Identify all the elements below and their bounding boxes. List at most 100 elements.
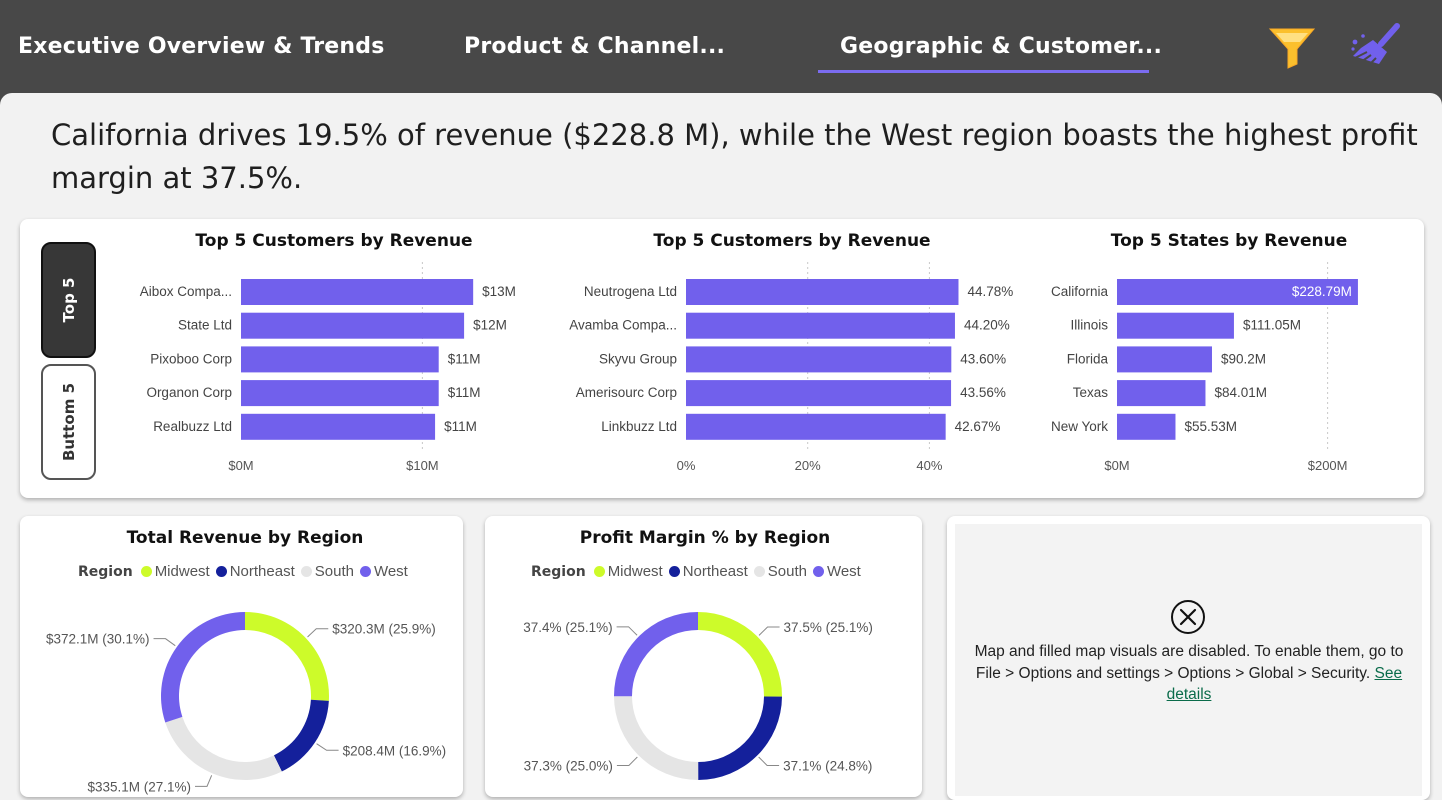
category-label: Florida <box>1067 351 1109 366</box>
legend-item-midwest: Midwest <box>140 563 210 580</box>
donut-slice[interactable] <box>245 612 329 701</box>
x-tick-label: $0M <box>1104 458 1129 473</box>
x-tick-label: $10M <box>406 458 439 473</box>
bottom-5-label: Buttom 5 <box>59 382 78 462</box>
bar[interactable] <box>1117 413 1176 440</box>
donut-slice[interactable] <box>698 612 782 697</box>
legend-item-west: West <box>359 563 408 580</box>
donut-slice[interactable] <box>698 696 782 780</box>
legend-swatch <box>215 566 227 577</box>
bar[interactable] <box>686 413 946 440</box>
data-label: $84.01M <box>1214 385 1267 400</box>
donut-slice[interactable] <box>614 612 698 697</box>
chart-title-revenue-region: Total Revenue by Region <box>126 528 364 548</box>
data-label: $228.79M <box>1292 284 1352 299</box>
chart-title-margin-region: Profit Margin % by Region <box>579 528 831 548</box>
legend-item-northeast: Northeast <box>668 563 748 580</box>
legend-margin-region: Region Midwest Northeast South West <box>531 563 867 580</box>
tab-geographic-customer[interactable]: Geographic & Customer... <box>840 34 1162 59</box>
legend-swatch <box>812 566 824 577</box>
legend-title: Region <box>531 563 586 580</box>
legend-swatch <box>593 566 605 577</box>
donut-data-label: $372.1M (30.1%) <box>46 632 150 647</box>
data-label: 43.60% <box>960 351 1006 366</box>
legend-item-south: South <box>300 563 354 580</box>
legend-label: Midwest <box>154 563 210 580</box>
legend-label: West <box>826 563 861 580</box>
bar[interactable] <box>686 380 952 407</box>
donut-data-label: $335.1M (27.1%) <box>87 779 191 794</box>
legend-item-northeast: Northeast <box>215 563 295 580</box>
chart-title-customers-margin: Top 5 Customers by Revenue <box>653 231 931 251</box>
map-disabled-message: Map and filled map visuals are disabled.… <box>972 641 1406 706</box>
legend-label: Midwest <box>607 563 663 580</box>
bar[interactable] <box>241 380 439 407</box>
data-label: $12M <box>473 318 507 333</box>
category-label: Amerisourc Corp <box>576 385 677 400</box>
leader-line <box>758 626 780 636</box>
chart-title-states-revenue: Top 5 States by Revenue <box>1110 231 1348 251</box>
legend-title: Region <box>78 563 133 580</box>
leader-line <box>316 743 339 751</box>
category-label: Aibox Compa... <box>140 284 232 299</box>
top-5-toggle-button[interactable]: Top 5 <box>41 242 96 358</box>
x-tick-label: 0% <box>677 458 696 473</box>
category-label: Linkbuzz Ltd <box>601 419 677 434</box>
filter-icon[interactable] <box>1267 22 1319 70</box>
leader-line <box>195 775 213 787</box>
clear-broom-icon[interactable] <box>1349 22 1401 70</box>
x-tick-label: 40% <box>916 458 942 473</box>
donut-slice[interactable] <box>614 696 699 780</box>
bar[interactable] <box>241 279 474 305</box>
donut-slice[interactable] <box>165 716 282 780</box>
legend-label: Northeast <box>229 563 295 580</box>
category-label: State Ltd <box>178 318 232 333</box>
error-circle-x-icon <box>1170 599 1206 635</box>
bar[interactable] <box>241 413 436 440</box>
bar-chart-customers-revenue: $0M $10M Aibox Compa... $13M State Ltd $12M Pi… <box>140 262 516 473</box>
map-disabled-text: Map and filled map visuals are disabled.… <box>974 643 1404 682</box>
bar[interactable] <box>686 346 952 373</box>
data-label: $13M <box>482 284 516 299</box>
leader-line <box>153 638 176 647</box>
category-label: Realbuzz Ltd <box>153 419 232 434</box>
bar[interactable] <box>686 312 955 339</box>
legend-swatch <box>300 566 312 577</box>
bar[interactable] <box>1117 312 1234 339</box>
bar[interactable] <box>1117 380 1206 407</box>
legend-item-south: South <box>753 563 807 580</box>
active-tab-underline <box>818 70 1149 73</box>
data-label: $11M <box>444 419 477 434</box>
data-label: $55.53M <box>1184 419 1237 434</box>
donut-chart-revenue-region: $320.3M (25.9%) $208.4M (16.9%) $335.1M (2… <box>46 612 446 794</box>
donut-slice[interactable] <box>160 612 245 723</box>
bar[interactable] <box>241 312 465 339</box>
bar[interactable] <box>1117 346 1212 373</box>
bar[interactable] <box>686 279 959 305</box>
donut-slice[interactable] <box>273 699 329 772</box>
legend-item-midwest: Midwest <box>593 563 663 580</box>
legend-label: South <box>767 563 807 580</box>
donut-data-label: 37.3% (25.0%) <box>524 758 613 773</box>
category-label: Skyvu Group <box>599 351 677 366</box>
x-tick-label: 20% <box>795 458 821 473</box>
top-5-label: Top 5 <box>59 277 78 323</box>
report-root: Executive Overview & Trends Product & Ch… <box>0 0 1442 800</box>
bar-chart-states-revenue: $0M $200M California $228.79M Illinois $111.0… <box>1051 262 1358 473</box>
bottom-5-toggle-button[interactable]: Buttom 5 <box>41 364 96 480</box>
x-tick-label: $0M <box>228 458 253 473</box>
category-label: Avamba Compa... <box>569 318 677 333</box>
leader-line <box>758 756 780 766</box>
legend-swatch <box>359 566 371 577</box>
data-label: 43.56% <box>960 385 1006 400</box>
leader-line <box>307 628 329 638</box>
leader-line <box>616 626 638 636</box>
tab-product-channel[interactable]: Product & Channel... <box>464 34 725 59</box>
data-label: 42.67% <box>955 419 1001 434</box>
donut-chart-margin-region: 37.5% (25.1%) 37.1% (24.8%) 37.3% (25.0%) 3… <box>523 612 873 780</box>
category-label: California <box>1051 284 1109 299</box>
donut-data-label: 37.5% (25.1%) <box>784 620 873 635</box>
tab-executive-overview[interactable]: Executive Overview & Trends <box>18 34 385 59</box>
category-label: Illinois <box>1070 318 1108 333</box>
bar[interactable] <box>241 346 439 373</box>
